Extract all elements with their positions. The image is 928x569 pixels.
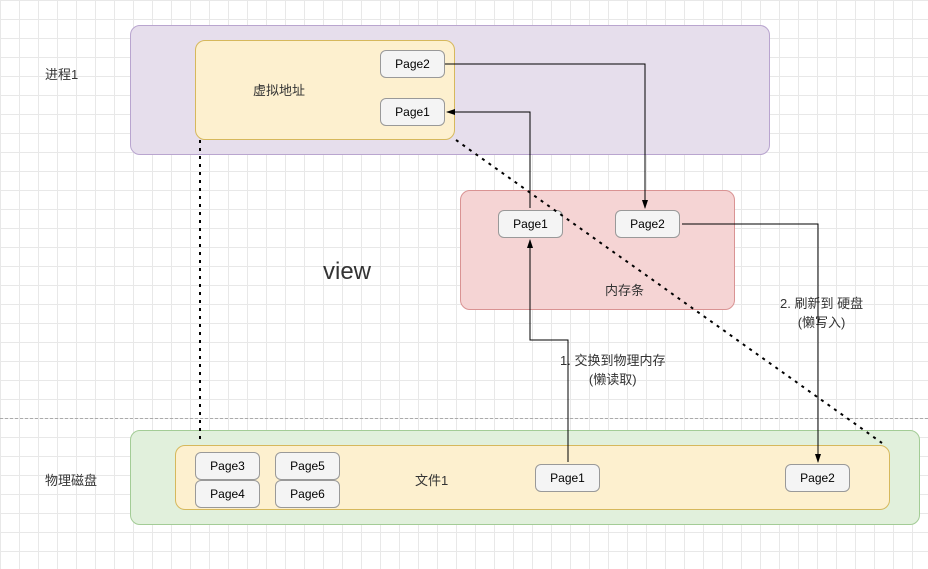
page-node: Page2 <box>380 50 445 78</box>
page-node: Page2 <box>785 464 850 492</box>
memory-container <box>460 190 735 310</box>
page-node: Page4 <box>195 480 260 508</box>
annotation-step1-line1: 1. 交换到物理内存 <box>560 350 665 369</box>
memory-label: 内存条 <box>605 280 644 299</box>
annotation-step2-line1: 2. 刷新到 硬盘 <box>780 293 863 312</box>
page-node: Page2 <box>615 210 680 238</box>
page-node: Page1 <box>498 210 563 238</box>
page-node: Page1 <box>535 464 600 492</box>
page-node: Page6 <box>275 480 340 508</box>
page-node: Page5 <box>275 452 340 480</box>
disk-label: 物理磁盘 <box>45 470 97 489</box>
view-text: view <box>323 258 371 286</box>
annotation-step2: 2. 刷新到 硬盘 (懒写入) <box>780 293 863 331</box>
virtual-address-label: 虚拟地址 <box>253 80 305 99</box>
annotation-step2-line2: (懒写入) <box>780 312 863 331</box>
process-label: 进程1 <box>45 64 78 83</box>
page-node: Page3 <box>195 452 260 480</box>
file-label: 文件1 <box>415 470 448 489</box>
horizontal-divider <box>0 418 928 419</box>
annotation-step1: 1. 交换到物理内存 (懒读取) <box>560 350 665 388</box>
annotation-step1-line2: (懒读取) <box>560 369 665 388</box>
page-node: Page1 <box>380 98 445 126</box>
